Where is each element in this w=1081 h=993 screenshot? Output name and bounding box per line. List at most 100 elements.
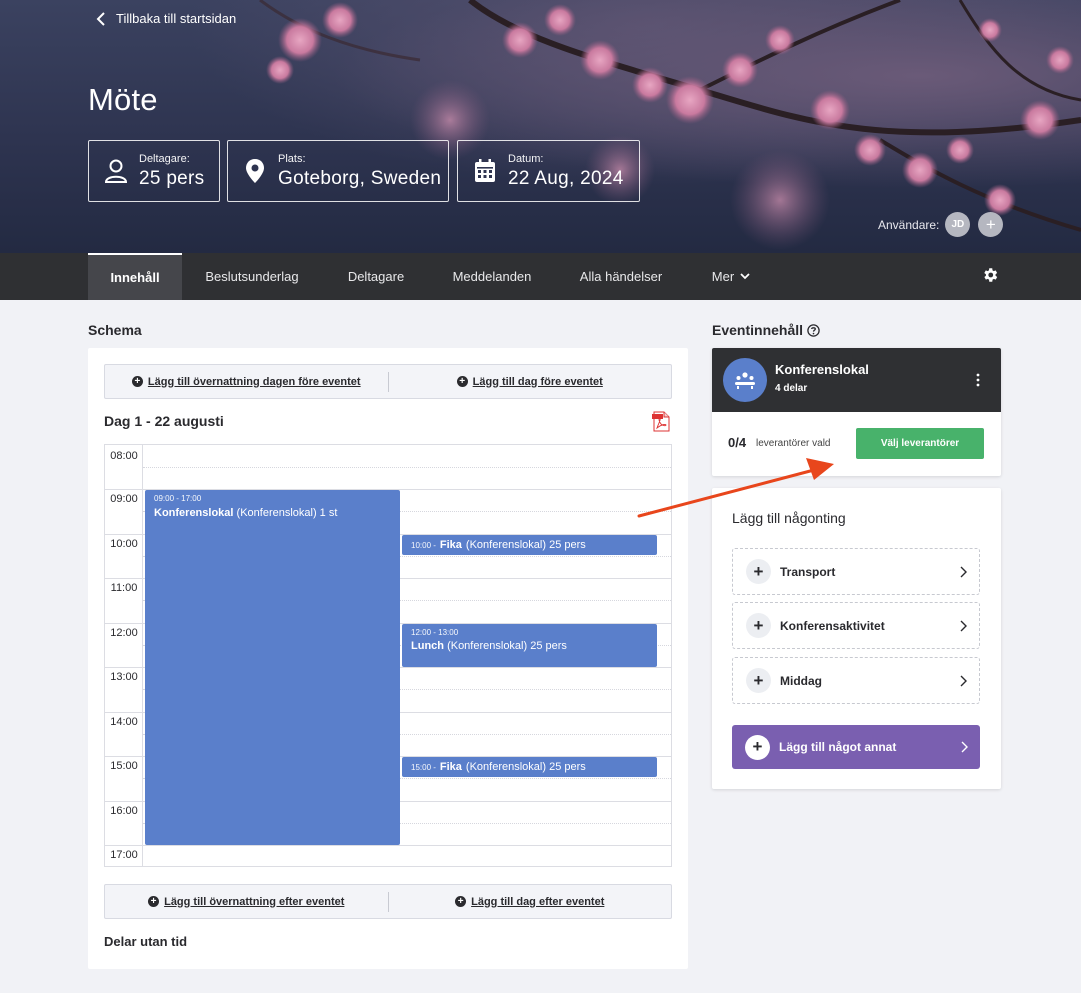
event-detail: (Konferenslokal) 1 st bbox=[236, 507, 338, 519]
event-name: Fika bbox=[439, 539, 462, 551]
event-time: 09:00 - 17:00 bbox=[154, 494, 202, 503]
plus-icon: + bbox=[746, 559, 771, 584]
hour-label: 08:00 bbox=[110, 450, 138, 462]
tab-meddelanden[interactable]: Meddelanden bbox=[438, 253, 546, 300]
hour-label: 09:00 bbox=[110, 493, 138, 505]
chevron-down-icon bbox=[740, 273, 750, 280]
users-group: Användare: JD + bbox=[878, 212, 1004, 237]
hour-label: 11:00 bbox=[110, 582, 138, 594]
event-fika-morning[interactable]: 10:00 - Fika (Konferenslokal) 25 pers bbox=[402, 535, 657, 555]
choose-suppliers-button[interactable]: Välj leverantörer bbox=[856, 428, 984, 459]
pdf-icon[interactable] bbox=[651, 411, 671, 432]
help-icon[interactable] bbox=[807, 323, 820, 337]
tab-mer[interactable]: Mer bbox=[700, 253, 762, 300]
add-night-before-button[interactable]: + Lägg till övernattning dagen före even… bbox=[105, 376, 388, 388]
event-name: Fika bbox=[439, 761, 462, 773]
event-time: 12:00 - 13:00 bbox=[411, 628, 459, 637]
event-detail: (Konferenslokal) 25 pers bbox=[465, 761, 586, 773]
participants-label: Deltagare: bbox=[139, 152, 190, 165]
location-label: Plats: bbox=[278, 152, 306, 165]
add-other-label: Lägg till något annat bbox=[779, 740, 897, 754]
gear-icon[interactable] bbox=[981, 266, 999, 284]
location-value: Goteborg, Sweden bbox=[278, 167, 442, 189]
plus-circle-icon: + bbox=[148, 896, 160, 907]
add-day-before-label: Lägg till dag före eventet bbox=[472, 375, 603, 388]
hour-label: 13:00 bbox=[110, 671, 138, 683]
add-other-button[interactable]: + Lägg till något annat bbox=[732, 725, 980, 769]
plus-icon: + bbox=[745, 734, 770, 760]
tab-alla-handelser[interactable]: Alla händelser bbox=[566, 253, 676, 300]
plus-circle-icon: + bbox=[456, 376, 468, 387]
event-name: Lunch bbox=[411, 640, 444, 652]
add-night-after-button[interactable]: + Lägg till övernattning efter eventet bbox=[105, 896, 388, 908]
users-label: Användare: bbox=[878, 217, 940, 232]
add-day-after-label: Lägg till dag efter eventet bbox=[471, 895, 605, 908]
supplier-count: 0/4 bbox=[728, 435, 747, 450]
event-konferenslokal[interactable]: 09:00 - 17:00 Konferenslokal (Konferensl… bbox=[145, 490, 400, 845]
hour-label: 15:00 bbox=[110, 760, 138, 772]
option-label: Konferensaktivitet bbox=[780, 618, 885, 633]
avatar[interactable]: JD bbox=[945, 212, 971, 237]
hour-label: 16:00 bbox=[110, 805, 138, 817]
hero-banner: Tillbaka till startsidan Möte Deltagare:… bbox=[0, 0, 1081, 253]
day-title: Dag 1 - 22 augusti bbox=[104, 413, 224, 429]
add-before-bar: + Lägg till övernattning dagen före even… bbox=[104, 364, 672, 399]
back-link-label: Tillbaka till startsidan bbox=[116, 11, 237, 26]
event-name: Konferenslokal bbox=[154, 507, 234, 519]
conference-room-icon bbox=[723, 358, 767, 402]
chevron-right-icon bbox=[960, 620, 967, 631]
add-after-bar: + Lägg till övernattning efter eventet +… bbox=[104, 884, 672, 919]
page-title: Möte bbox=[88, 82, 158, 117]
option-label: Middag bbox=[780, 673, 822, 688]
add-night-after-label: Lägg till övernattning efter eventet bbox=[164, 895, 345, 908]
tab-innehall[interactable]: Innehåll bbox=[88, 253, 182, 300]
date-value: 22 Aug, 2024 bbox=[508, 167, 624, 189]
event-detail: (Konferenslokal) 25 pers bbox=[465, 539, 586, 551]
more-vertical-icon[interactable] bbox=[974, 372, 982, 388]
add-day-after-button[interactable]: + Lägg till dag efter eventet bbox=[389, 896, 672, 908]
event-card-name: Konferenslokal bbox=[775, 362, 869, 377]
event-card-parts: 4 delar bbox=[775, 383, 808, 394]
schema-title: Schema bbox=[88, 322, 142, 338]
untimed-parts-title: Delar utan tid bbox=[104, 934, 188, 949]
event-card-header: Konferenslokal 4 delar bbox=[712, 348, 1001, 412]
add-day-before-button[interactable]: + Lägg till dag före eventet bbox=[389, 376, 672, 388]
participants-box: Deltagare: 25 pers bbox=[88, 140, 220, 202]
tab-beslutsunderlag[interactable]: Beslutsunderlag bbox=[188, 253, 316, 300]
chevron-right-icon bbox=[960, 675, 967, 686]
add-conference-activity-option[interactable]: + Konferensaktivitet bbox=[732, 602, 980, 649]
location-pin-icon bbox=[242, 158, 268, 184]
add-dinner-option[interactable]: + Middag bbox=[732, 657, 980, 704]
hour-line bbox=[105, 845, 671, 846]
tab-deltagare[interactable]: Deltagare bbox=[330, 253, 422, 300]
add-user-button[interactable]: + bbox=[978, 212, 1004, 237]
annotation-arrow bbox=[637, 458, 834, 518]
event-lunch[interactable]: 12:00 - 13:00 Lunch (Konferenslokal) 25 … bbox=[402, 624, 657, 667]
add-transport-option[interactable]: + Transport bbox=[732, 548, 980, 595]
hour-label: 14:00 bbox=[110, 716, 138, 728]
plus-circle-icon: + bbox=[131, 376, 143, 387]
chevron-left-icon bbox=[96, 11, 105, 26]
event-detail: (Konferenslokal) 25 pers bbox=[447, 640, 567, 652]
back-link[interactable]: Tillbaka till startsidan bbox=[96, 11, 236, 26]
time-column bbox=[105, 445, 143, 866]
event-content-card: Konferenslokal 4 delar 0/4 leverantörer … bbox=[712, 348, 1001, 476]
half-hour-line bbox=[143, 467, 671, 468]
main-nav: Innehåll Beslutsunderlag Deltagare Medde… bbox=[0, 253, 1081, 300]
hour-label: 10:00 bbox=[110, 538, 138, 550]
option-label: Transport bbox=[780, 564, 836, 579]
event-content-header: Eventinnehåll bbox=[712, 322, 820, 338]
plus-icon: + bbox=[746, 613, 771, 638]
add-something-card: Lägg till någonting + Transport + Konfer… bbox=[712, 488, 1001, 789]
location-box: Plats: Goteborg, Sweden bbox=[227, 140, 449, 202]
add-night-before-label: Lägg till övernattning dagen före evente… bbox=[147, 375, 361, 388]
event-fika-afternoon[interactable]: 15:00 - Fika (Konferenslokal) 25 pers bbox=[402, 757, 657, 777]
event-content-title: Eventinnehåll bbox=[712, 322, 804, 338]
tab-mer-label: Mer bbox=[711, 269, 735, 284]
hour-label: 12:00 bbox=[110, 627, 138, 639]
chevron-right-icon bbox=[960, 566, 967, 577]
event-time: 15:00 - bbox=[411, 762, 436, 772]
plus-icon: + bbox=[746, 668, 771, 693]
person-icon bbox=[103, 158, 129, 184]
participants-value: 25 pers bbox=[139, 167, 205, 189]
